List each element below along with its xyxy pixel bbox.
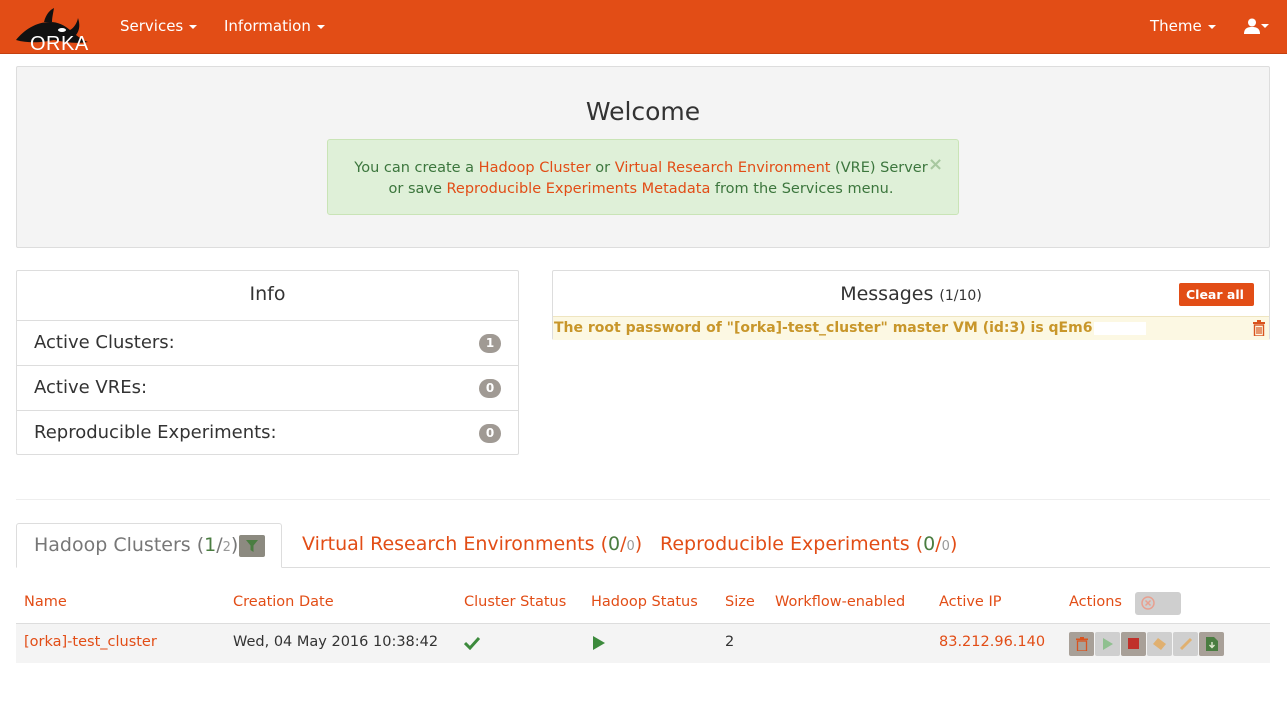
info-panel: Info Active Clusters: 1 Active VREs: 0 R…	[16, 270, 519, 455]
creation-date-cell: Wed, 04 May 2016 10:38:42	[233, 634, 439, 650]
tab-hadoop-clusters[interactable]: Hadoop Clusters (1/2)	[16, 523, 282, 568]
column-header-size[interactable]: Size	[725, 594, 755, 610]
info-row-reproducible-experiments: Reproducible Experiments: 0	[17, 410, 518, 455]
file-download-icon	[1206, 637, 1218, 651]
masked-password	[1094, 321, 1147, 335]
messages-title-text: Messages	[840, 283, 934, 305]
tab-label-text: Hadoop Clusters (	[34, 534, 205, 556]
orka-logo[interactable]: ORKA	[14, 8, 90, 55]
hadoop-cluster-link[interactable]: Hadoop Cluster	[479, 160, 591, 176]
tab-total-count: 0	[941, 539, 950, 554]
column-header-actions: Actions	[1069, 594, 1122, 610]
message-item: The root password of "[orka]-test_cluste…	[553, 316, 1269, 340]
caret-down-icon	[316, 24, 325, 29]
reproducible-experiments-link[interactable]: Reproducible Experiments Metadata	[447, 181, 711, 197]
caret-down-icon	[189, 24, 198, 29]
alert-text-part: or save	[388, 181, 447, 197]
configure-button[interactable]	[1173, 632, 1198, 656]
info-row-active-vres: Active VREs: 0	[17, 365, 518, 410]
size-cell: 2	[725, 634, 735, 650]
divider	[16, 499, 1270, 500]
count-badge: 1	[479, 334, 501, 353]
count-badge: 0	[479, 379, 501, 398]
filter-button[interactable]	[239, 535, 265, 557]
info-row-label: Reproducible Experiments:	[34, 422, 277, 443]
cluster-name-link[interactable]: [orka]-test_cluster	[24, 634, 157, 650]
messages-panel: Messages (1/10) Clear all The root passw…	[552, 270, 1270, 340]
message-text[interactable]: The root password of "[orka]-test_cluste…	[554, 320, 1147, 336]
alert-text-part: or	[590, 160, 615, 176]
user-icon	[1244, 18, 1260, 34]
tab-total-count: 2	[222, 540, 231, 555]
logo-text: ORKA	[30, 33, 89, 55]
caret-down-icon	[1261, 24, 1269, 28]
alert-text: You can create a Hadoop Cluster or Virtu…	[348, 158, 934, 200]
info-row-active-clusters: Active Clusters: 1	[17, 320, 518, 365]
column-header-active-ip[interactable]: Active IP	[939, 594, 1001, 610]
count-badge: 0	[479, 424, 501, 443]
user-menu[interactable]	[1244, 17, 1270, 37]
message-text-content: The root password of "[orka]-test_cluste…	[554, 320, 1093, 336]
tab-label-text: Virtual Research Environments (	[302, 533, 608, 555]
services-label: Services	[120, 17, 184, 35]
trash-icon[interactable]	[1253, 320, 1265, 336]
tab-active-count: 0	[608, 533, 621, 555]
tab-paren: )	[230, 534, 239, 556]
clear-all-button[interactable]: Clear all	[1179, 283, 1254, 306]
delete-cluster-button[interactable]	[1069, 632, 1094, 656]
eraser-icon	[1153, 638, 1166, 650]
tab-paren: )	[634, 533, 643, 555]
information-menu[interactable]: Information	[224, 17, 325, 35]
column-header-name[interactable]: Name	[24, 594, 67, 610]
tab-total-count: 0	[626, 539, 635, 554]
messages-count: (1/10)	[939, 288, 982, 304]
wrench-icon	[1179, 637, 1193, 651]
column-header-creation-date[interactable]: Creation Date	[233, 594, 334, 610]
download-config-button[interactable]	[1199, 632, 1224, 656]
cancel-circle-icon	[1141, 596, 1155, 610]
column-header-cluster-status[interactable]: Cluster Status	[464, 594, 566, 610]
close-icon[interactable]: ×	[928, 154, 943, 175]
caret-down-icon	[1207, 24, 1216, 29]
play-icon	[1103, 638, 1113, 650]
trash-icon	[1076, 637, 1088, 651]
info-alert: You can create a Hadoop Cluster or Virtu…	[327, 139, 959, 215]
tab-label: Virtual Research Environments (0/0)	[302, 533, 642, 555]
column-header-workflow-enabled[interactable]: Workflow-enabled	[775, 594, 905, 610]
messages-title: Messages (1/10)	[553, 283, 1269, 305]
alert-text-part: (VRE) Server	[830, 160, 928, 176]
services-menu[interactable]: Services	[120, 17, 198, 35]
column-header-hadoop-status[interactable]: Hadoop Status	[591, 594, 698, 610]
navbar: ORKA Services Information Theme	[0, 0, 1287, 55]
welcome-panel: Welcome You can create a Hadoop Cluster …	[16, 66, 1270, 248]
tab-label: Reproducible Experiments (0/0)	[660, 533, 957, 555]
filter-icon	[246, 540, 258, 552]
tab-reproducible-experiments[interactable]: Reproducible Experiments (0/0)	[660, 523, 960, 568]
stop-button[interactable]	[1121, 632, 1146, 656]
start-button[interactable]	[1095, 632, 1120, 656]
stop-icon	[1128, 638, 1139, 649]
alert-text-part: from the Services menu.	[710, 181, 894, 197]
tab-active-count: 1	[204, 534, 217, 556]
info-row-label: Active Clusters:	[34, 332, 175, 353]
tab-virtual-research-environments[interactable]: Virtual Research Environments (0/0)	[302, 523, 642, 568]
check-icon	[464, 636, 480, 650]
information-label: Information	[224, 17, 311, 35]
play-icon	[593, 636, 605, 650]
tab-active-count: 0	[923, 533, 936, 555]
tab-paren: )	[949, 533, 958, 555]
tab-label: Hadoop Clusters (1/2)	[34, 534, 238, 556]
cancel-button[interactable]	[1135, 592, 1181, 615]
active-ip-link[interactable]: 83.212.96.140	[939, 634, 1045, 650]
info-title: Info	[249, 283, 286, 305]
theme-menu[interactable]: Theme	[1150, 17, 1216, 35]
vre-link[interactable]: Virtual Research Environment	[615, 160, 831, 176]
theme-label: Theme	[1150, 17, 1202, 35]
alert-text-part: You can create a	[354, 160, 479, 176]
info-row-label: Active VREs:	[34, 377, 148, 398]
tab-label-text: Reproducible Experiments (	[660, 533, 924, 555]
format-button[interactable]	[1147, 632, 1172, 656]
welcome-title: Welcome	[585, 97, 701, 126]
